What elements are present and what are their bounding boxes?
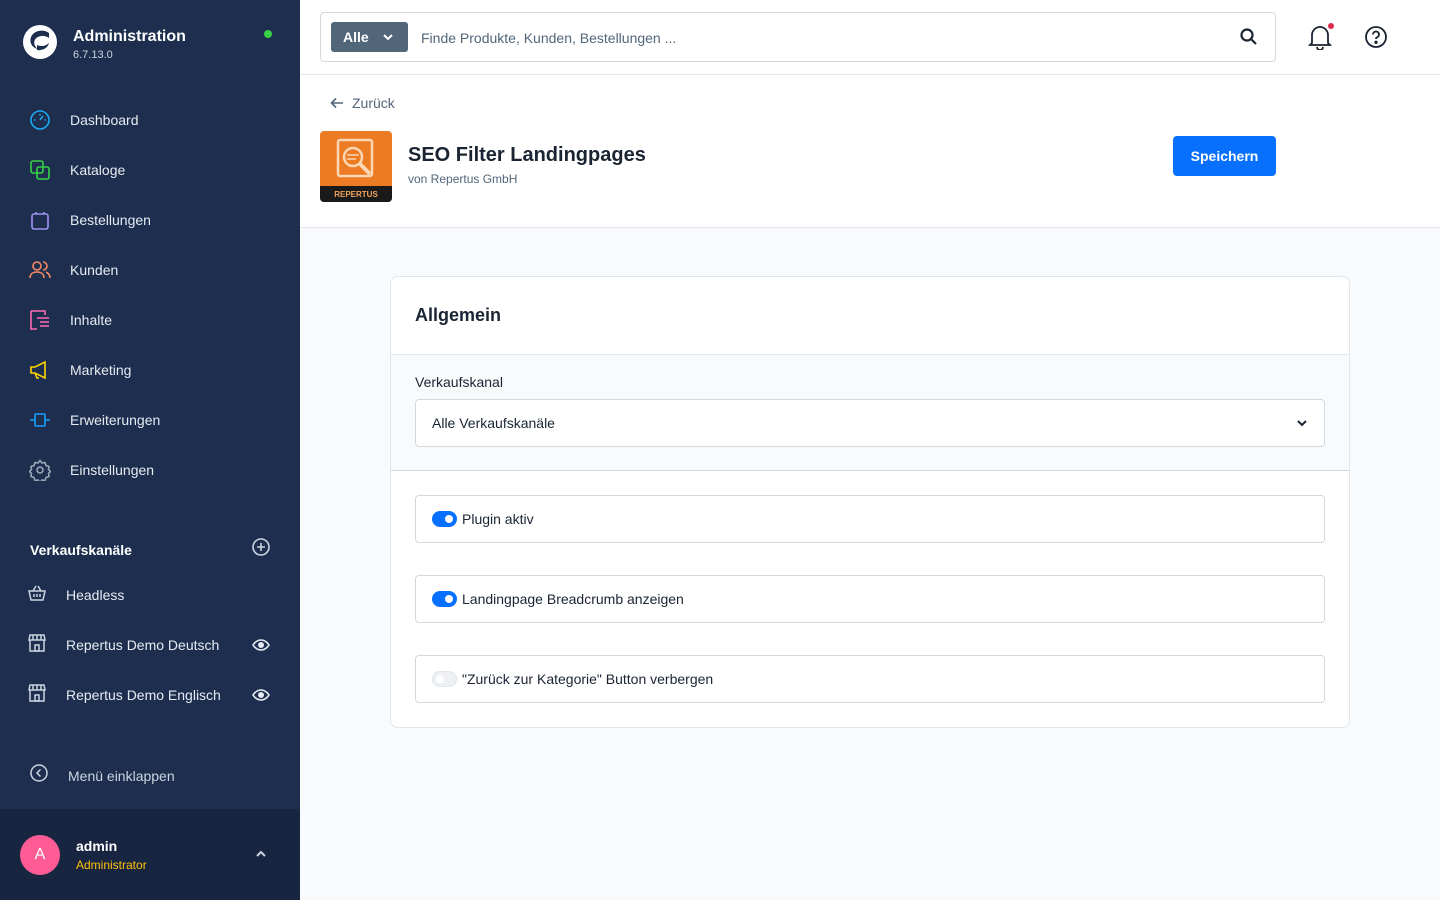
nav-item-inhalte[interactable]: Inhalte bbox=[0, 295, 300, 345]
sales-channel-label: Repertus Demo Englisch bbox=[66, 687, 221, 703]
sales-channel-repertus-demo-englisch[interactable]: Repertus Demo Englisch bbox=[0, 670, 300, 720]
avatar: A bbox=[20, 834, 60, 875]
collapse-menu-label: Menü einklappen bbox=[68, 767, 175, 784]
chevron-down-icon bbox=[383, 34, 393, 41]
user-panel[interactable]: A admin Administrator bbox=[0, 809, 300, 900]
gear-icon bbox=[28, 458, 52, 482]
plugin-active-toggle[interactable] bbox=[432, 511, 457, 527]
brand: Administration 6.7.13.0 bbox=[22, 24, 186, 61]
nav-item-kunden[interactable]: Kunden bbox=[0, 245, 300, 295]
arrow-left-icon bbox=[330, 97, 343, 109]
dashboard-icon bbox=[28, 108, 52, 132]
sales-channel-repertus-demo-deutsch[interactable]: Repertus Demo Deutsch bbox=[0, 620, 300, 670]
shopware-logo-icon[interactable] bbox=[22, 24, 58, 60]
chevron-up-icon[interactable] bbox=[254, 847, 268, 866]
bag-icon bbox=[28, 208, 52, 232]
save-button[interactable]: Speichern bbox=[1173, 136, 1276, 176]
plugin-title: SEO Filter Landingpages bbox=[408, 144, 646, 166]
nav-item-kataloge[interactable]: Kataloge bbox=[0, 145, 300, 195]
search-type-label: Alle bbox=[343, 29, 369, 45]
content-icon bbox=[28, 308, 52, 332]
nav-label: Einstellungen bbox=[70, 462, 155, 478]
nav-label: Kataloge bbox=[70, 162, 126, 178]
notification-indicator bbox=[1328, 23, 1334, 29]
nav-label: Inhalte bbox=[70, 312, 113, 328]
top-bar: Alle bbox=[300, 0, 1440, 75]
sales-channel-section: Verkaufskanal Alle Verkaufskanäle bbox=[391, 355, 1349, 471]
hide-back-button-toggle[interactable] bbox=[432, 671, 457, 687]
notification-bell-icon[interactable] bbox=[1307, 24, 1333, 55]
plugin-icon bbox=[28, 408, 52, 432]
online-status-dot bbox=[264, 30, 272, 38]
search-input[interactable] bbox=[421, 27, 1201, 49]
nav-label: Marketing bbox=[70, 362, 132, 378]
nav-label: Kunden bbox=[70, 262, 119, 278]
back-label: Zurück bbox=[352, 95, 395, 111]
nav-label: Erweiterungen bbox=[70, 412, 161, 428]
nav-item-einstellungen[interactable]: Einstellungen bbox=[0, 445, 300, 495]
sales-channel-select[interactable]: Alle Verkaufskanäle bbox=[415, 399, 1325, 447]
search-icon[interactable] bbox=[1239, 27, 1259, 52]
back-link[interactable]: Zurück bbox=[330, 95, 395, 111]
chevron-down-icon bbox=[1297, 420, 1307, 427]
sales-channels-title: Verkaufskanäle bbox=[30, 541, 132, 558]
sales-channel-list: Headless Repertus Demo Deutsch Repertus … bbox=[0, 570, 300, 720]
eye-icon[interactable] bbox=[252, 686, 270, 709]
storefront-icon bbox=[28, 683, 46, 707]
storefront-icon bbox=[28, 633, 46, 657]
users-icon bbox=[28, 258, 52, 282]
nav-item-bestellungen[interactable]: Bestellungen bbox=[0, 195, 300, 245]
switch-field-plugin-active: Plugin aktiv bbox=[415, 495, 1325, 543]
card-title: Allgemein bbox=[415, 305, 502, 325]
nav-item-dashboard[interactable]: Dashboard bbox=[0, 95, 300, 145]
plugin-logo: REPERTUS bbox=[320, 131, 392, 202]
catalog-icon bbox=[28, 158, 52, 182]
megaphone-icon bbox=[28, 358, 52, 382]
basket-icon bbox=[28, 584, 46, 607]
nav-label: Dashboard bbox=[70, 112, 139, 128]
add-sales-channel-icon[interactable] bbox=[252, 538, 270, 561]
global-search: Alle bbox=[320, 12, 1276, 62]
switch-label: Landingpage Breadcrumb anzeigen bbox=[462, 591, 684, 607]
sales-channel-select-value: Alle Verkaufskanäle bbox=[432, 415, 555, 431]
sales-channel-headless[interactable]: Headless bbox=[0, 570, 300, 620]
nav-item-erweiterungen[interactable]: Erweiterungen bbox=[0, 395, 300, 445]
switch-label: Plugin aktiv bbox=[462, 511, 534, 527]
sales-channels-header: Verkaufskanäle bbox=[30, 538, 270, 561]
sales-channel-label: Headless bbox=[66, 587, 125, 603]
settings-card: Allgemein Verkaufskanal Alle Verkaufskan… bbox=[390, 276, 1350, 728]
main-nav: Dashboard Kataloge Bestellungen Kunden I… bbox=[0, 95, 300, 495]
search-type-select[interactable]: Alle bbox=[331, 22, 408, 52]
switch-field-hide-back-button: "Zurück zur Kategorie" Button verbergen bbox=[415, 655, 1325, 703]
help-icon[interactable] bbox=[1364, 25, 1388, 54]
collapse-menu-button[interactable]: Menü einklappen bbox=[30, 764, 175, 787]
sales-channel-field-label: Verkaufskanal bbox=[415, 374, 503, 390]
sidebar: Administration 6.7.13.0 Dashboard Katalo… bbox=[0, 0, 300, 900]
chevron-left-circle-icon bbox=[30, 764, 48, 787]
breadcrumb-toggle[interactable] bbox=[432, 591, 457, 607]
plugin-logo-text: REPERTUS bbox=[334, 190, 378, 199]
user-name: admin bbox=[76, 837, 118, 854]
switch-field-breadcrumb: Landingpage Breadcrumb anzeigen bbox=[415, 575, 1325, 623]
app-version: 6.7.13.0 bbox=[73, 49, 113, 61]
app-title: Administration bbox=[73, 28, 186, 45]
eye-icon[interactable] bbox=[252, 636, 270, 659]
nav-item-marketing[interactable]: Marketing bbox=[0, 345, 300, 395]
nav-label: Bestellungen bbox=[70, 212, 151, 228]
user-role: Administrator bbox=[76, 857, 147, 872]
page-header: Zurück REPERTUS SEO Filter Landingpages … bbox=[300, 75, 1440, 228]
switch-label: "Zurück zur Kategorie" Button verbergen bbox=[462, 671, 714, 687]
plugin-vendor: von Repertus GmbH bbox=[408, 172, 518, 186]
sales-channel-label: Repertus Demo Deutsch bbox=[66, 637, 220, 653]
